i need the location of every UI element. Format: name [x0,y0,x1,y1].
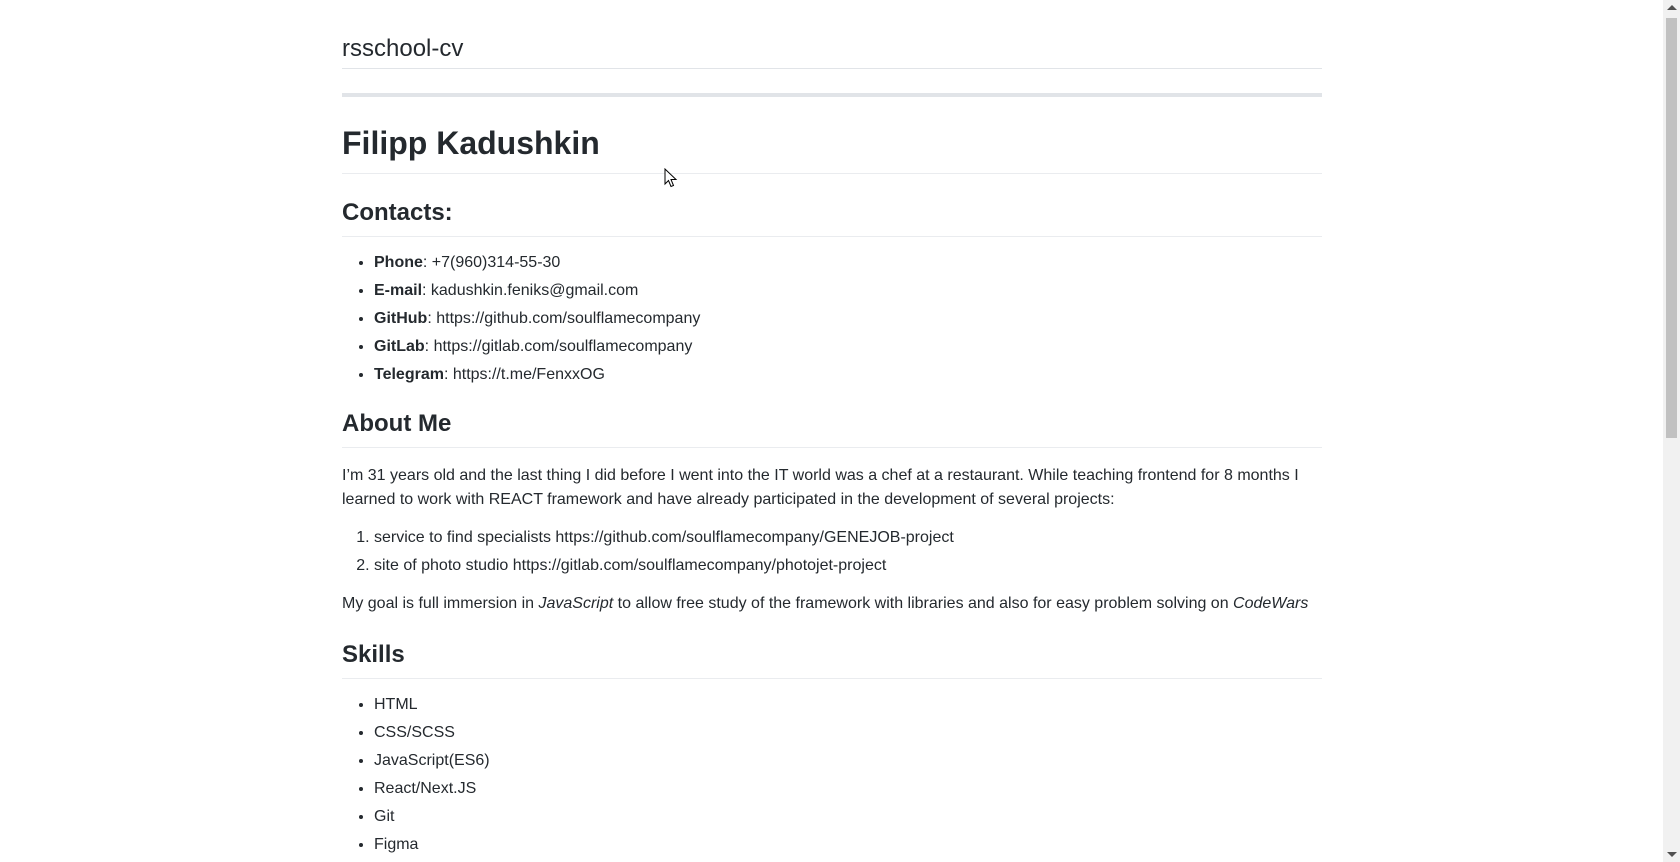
contact-value: : https://gitlab.com/soulflamecompany [424,338,693,355]
about-intro: I’m 31 years old and the last thing I di… [342,467,1299,508]
contact-label: GitHub [374,310,428,327]
list-item: JavaScript(ES6) [374,751,1322,771]
mouse-cursor-icon [664,168,678,188]
list-item: HTML [374,695,1322,715]
page-title: Filipp Kadushkin [342,123,1322,174]
contact-item-gitlab: GitLab: https://gitlab.com/soulflamecomp… [374,337,1322,357]
header-divider [342,93,1322,97]
contact-label: Phone [374,254,423,271]
contact-value: : https://t.me/FenxxOG [443,366,605,383]
projects-list: service to find specialists https://gith… [342,528,1322,576]
contacts-list: Phone: +7(960)314-55-30 E-mail: kadushki… [342,253,1322,385]
about-goal: My goal is full immersion in JavaScript … [342,592,1322,616]
contact-label: Telegram [374,366,444,383]
contact-item-github: GitHub: https://github.com/soulflamecomp… [374,309,1322,329]
contact-item-email: E-mail: kadushkin.feniks@gmail.com [374,281,1322,301]
skills-heading: Skills [342,640,1322,679]
scrollbar-thumb[interactable] [1666,18,1677,438]
list-item: site of photo studio https://gitlab.com/… [374,556,1322,576]
site-title[interactable]: rsschool-cv [342,0,1322,69]
cv-page: rsschool-cv Filipp Kadushkin Contacts: P… [342,0,1322,862]
contact-item-phone: Phone: +7(960)314-55-30 [374,253,1322,273]
about-heading: About Me [342,409,1322,448]
contact-label: E-mail [374,282,423,299]
contact-value: : https://github.com/soulflamecompany [427,310,701,327]
goal-emphasis: JavaScript [538,595,614,612]
goal-emphasis: CodeWars [1233,595,1309,612]
contact-item-telegram: Telegram: https://t.me/FenxxOG [374,365,1322,385]
contact-value: : +7(960)314-55-30 [422,254,561,271]
goal-text: to allow free study of the framework wit… [613,595,1234,612]
goal-text: My goal is full immersion in [342,595,539,612]
contact-label: GitLab [374,338,425,355]
scroll-up-icon[interactable] [1667,5,1677,10]
list-item: Figma [374,835,1322,855]
scroll-down-icon[interactable] [1667,852,1677,857]
list-item: React/Next.JS [374,779,1322,799]
list-item: Git [374,807,1322,827]
vertical-scrollbar[interactable] [1663,0,1680,862]
skills-list: HTML CSS/SCSS JavaScript(ES6) React/Next… [342,695,1322,855]
list-item: CSS/SCSS [374,723,1322,743]
contacts-heading: Contacts: [342,198,1322,237]
contact-value: : kadushkin.feniks@gmail.com [422,282,639,299]
list-item: service to find specialists https://gith… [374,528,1322,548]
